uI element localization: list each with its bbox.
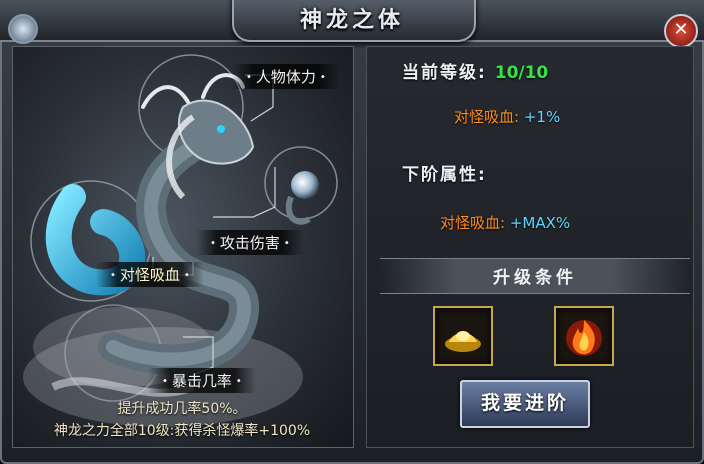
current-level: 当前等级: 10/10 [402,58,548,83]
dot-icon: • [246,72,252,83]
item-slot-ingot[interactable] [433,306,493,366]
attr-tag-attack[interactable]: • 攻击伤害 • [196,230,304,255]
dot-icon: • [319,72,326,83]
dot-icon: • [235,376,242,387]
next-attr-value: +MAX% [509,214,571,232]
dot-icon: • [162,376,168,387]
window-title: 神龙之体 [299,7,404,33]
fire-orb-icon [566,320,602,356]
advance-button[interactable]: 我要进阶 [460,380,590,428]
current-level-label: 当前等级: [402,63,487,83]
item-slot-fire[interactable] [554,306,614,366]
attr-label: 攻击伤害 [219,234,280,252]
attr-label: 暴击几率 [171,372,232,390]
dot-icon: • [183,270,190,281]
footer-text: 提升成功几率50%。 神龙之力全部10级:获得杀怪爆率+100% [12,398,352,442]
gold-ingot-icon [445,331,481,352]
next-attr: 对怪吸血: +MAX% [440,212,570,233]
footer-line-2: 神龙之力全部10级:获得杀怪爆率+100% [53,423,311,439]
dot-icon: • [110,270,116,281]
upgrade-title: 升级条件 [493,268,577,288]
next-attr-name: 对怪吸血: [440,214,506,232]
crystal-icon [8,14,38,44]
dot-icon: • [283,238,290,249]
attr-label: 人物体力 [255,68,316,86]
dot-icon: • [210,238,216,249]
current-level-value: 10/10 [494,63,549,83]
footer-line-1: 提升成功几率50%。 [117,401,247,417]
next-tier-label: 下阶属性: [402,165,487,185]
attr-tag-crit[interactable]: • 暴击几率 • [148,368,256,393]
attr-label: 对怪吸血 [119,266,180,284]
current-attr-value: +1% [523,108,561,126]
close-button[interactable]: ✕ [664,14,698,48]
attr-tag-lifesteal[interactable]: • 对怪吸血 • [96,262,204,287]
current-attr: 对怪吸血: +1% [454,106,560,127]
current-attr-name: 对怪吸血: [454,108,520,126]
attr-tag-hp[interactable]: • 人物体力 • [232,64,340,89]
